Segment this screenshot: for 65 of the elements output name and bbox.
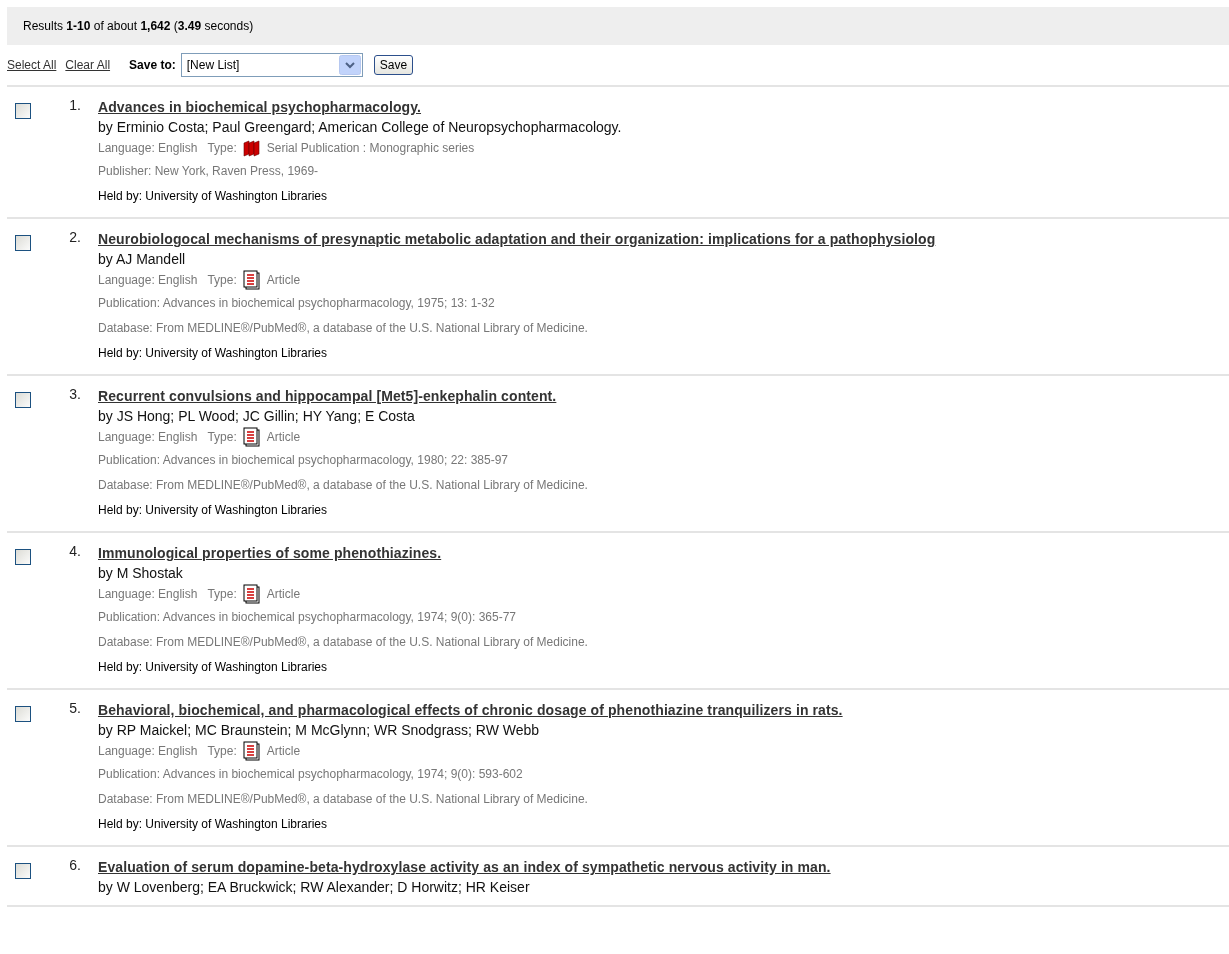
toolbar-link[interactable]: Select All (7, 58, 57, 72)
language-text: Language: English (98, 140, 198, 157)
result-detail: Database: From MEDLINE®/PubMed®, a database of the U.S. National Library of Medicine. (98, 477, 588, 494)
result-title-link[interactable]: Behavioral, biochemical, and pharmacological effects of chronic dosage of phenothiazine tranquilizers in rats. (98, 700, 843, 720)
result-authors: by W Lovenberg; EA Bruckwick; RW Alexander; D Horwitz; HR Keiser (98, 878, 531, 897)
result-detail: Publication: Advances in biochemical psychopharmacology, 1975; 13: 1-32 (98, 295, 496, 312)
language-text: Language: English (98, 429, 198, 446)
result-checkbox[interactable] (15, 392, 31, 408)
results-summary: Results 1-10 of about 1,642 (3.49 seconds) (7, 7, 1229, 45)
language-text: Language: English (98, 586, 198, 603)
result-number: 1. (68, 97, 81, 115)
type-label: Type: (207, 272, 237, 289)
type-label: Type: (207, 429, 237, 446)
result-detail: Publication: Advances in biochemical psychopharmacology, 1974; 9(0): 593-602 (98, 766, 524, 783)
result-authors: by RP Maickel; MC Braunstein; M McGlynn; WR Snodgrass; RW Webb (98, 721, 541, 740)
result-number: 3. (68, 386, 81, 404)
type-text: Article (266, 272, 301, 289)
result-authors: by Erminio Costa; Paul Greengard; American College of Neuropsychopharmacology. (98, 118, 622, 137)
result-title-link[interactable]: Neurobiologocal mechanisms of presynaptic metabolic adaptation and their organization: implications for a pathophysiolog (98, 229, 936, 249)
result-checkbox[interactable] (15, 863, 31, 879)
toolbar-link[interactable]: Clear All (65, 58, 111, 72)
result-title-link[interactable]: Advances in biochemical psychopharmacology. (98, 97, 622, 117)
result-number: 2. (68, 229, 81, 247)
type-label: Type: (207, 140, 237, 157)
language-text: Language: English (98, 743, 198, 760)
result-checkbox[interactable] (15, 706, 31, 722)
type-text: Serial Publication : Monographic series (266, 140, 475, 157)
result-title-link[interactable]: Immunological properties of some phenothiazines. (98, 543, 588, 563)
type-text: Article (266, 429, 301, 446)
result-authors: by M Shostak (98, 564, 184, 583)
held-by-text: Held by: University of Washington Libraries (98, 659, 328, 676)
dropdown-caret-icon[interactable] (338, 55, 361, 75)
held-by-text: Held by: University of Washington Libraries (98, 345, 328, 362)
result-number: 4. (68, 543, 81, 561)
held-by-text: Held by: University of Washington Libraries (98, 816, 328, 833)
result-number: 6. (68, 857, 81, 875)
document-icon (241, 741, 262, 761)
result-detail: Database: From MEDLINE®/PubMed®, a database of the U.S. National Library of Medicine. (98, 320, 589, 337)
result-checkbox[interactable] (15, 103, 31, 119)
result-title-link[interactable]: Recurrent convulsions and hippocampal [Met5]-enkephalin content. (98, 386, 588, 406)
result-detail: Publication: Advances in biochemical psychopharmacology, 1974; 9(0): 365-77 (98, 609, 518, 626)
result-detail: Database: From MEDLINE®/PubMed®, a database of the U.S. National Library of Medicine. (98, 634, 588, 651)
result-authors: by AJ Mandell (98, 250, 187, 269)
type-text: Article (266, 743, 301, 760)
type-label: Type: (207, 743, 237, 760)
result-detail: Publisher: New York, Raven Press, 1969- (98, 163, 320, 180)
result-checkbox[interactable] (15, 235, 31, 251)
result-detail: Database: From MEDLINE®/PubMed®, a database of the U.S. National Library of Medicine. (98, 791, 589, 808)
result-detail: Publication: Advances in biochemical psychopharmacology, 1980; 22: 385-97 (98, 452, 510, 469)
language-text: Language: English (98, 272, 198, 289)
result-checkbox[interactable] (15, 549, 31, 565)
save-to-label: Save to: (129, 58, 176, 72)
type-text: Article (266, 586, 301, 603)
books-icon (241, 138, 262, 158)
result-title-link[interactable]: Evaluation of serum dopamine-beta-hydroxylase activity as an index of sympathetic nervous activity in man. (98, 857, 831, 877)
document-icon (241, 584, 262, 604)
document-icon (241, 427, 262, 447)
list-dropdown[interactable]: [New List] (180, 53, 363, 77)
save-button[interactable]: Save (373, 55, 414, 75)
held-by-text: Held by: University of Washington Libraries (98, 502, 328, 519)
document-icon (241, 270, 262, 290)
held-by-text: Held by: University of Washington Libraries (98, 188, 328, 205)
result-number: 5. (68, 700, 81, 718)
type-label: Type: (207, 586, 237, 603)
result-authors: by JS Hong; PL Wood; JC Gillin; HY Yang; E Costa (98, 407, 416, 426)
